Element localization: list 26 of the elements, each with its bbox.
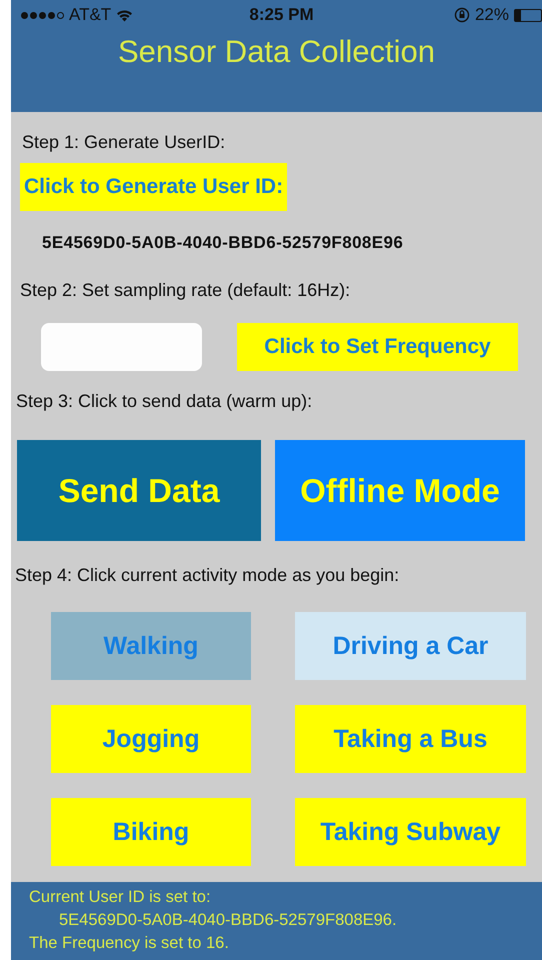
- generate-id-button[interactable]: Click to Generate User ID:: [20, 163, 288, 211]
- wifi-icon: [116, 8, 134, 22]
- clock-time: 8:25 PM: [249, 5, 314, 25]
- activity-button[interactable]: Biking: [51, 798, 251, 866]
- carrier-name: AT&T: [69, 5, 112, 25]
- set-frequency-button[interactable]: Click to Set Frequency: [237, 323, 518, 371]
- step-label: Step 3: Click to send data (warm up):: [16, 391, 312, 412]
- mode-button[interactable]: Offline Mode: [275, 440, 525, 541]
- step-label: Step 1: Generate UserID:: [22, 132, 226, 153]
- activity-button[interactable]: Taking Subway: [295, 798, 526, 866]
- step-label: Step 2: Set sampling rate (default: 16Hz):: [20, 280, 350, 301]
- mode-button[interactable]: Send Data: [17, 440, 261, 541]
- step-label: Step 4: Click current activity mode as you begin:: [15, 565, 400, 586]
- activity-button[interactable]: Driving a Car: [295, 612, 526, 680]
- frequency-input[interactable]: [41, 323, 202, 371]
- footer-text: 5E4569D0-5A0B-4040-BBD6-52579F808E96.: [58, 910, 398, 931]
- footer-text: The Frequency is set to 16.: [29, 933, 230, 954]
- battery-icon: [514, 8, 542, 22]
- rotation-lock-icon: [454, 7, 470, 23]
- user-id-text: 5E4569D0-5A0B-4040-BBD6-52579F808E96: [42, 233, 404, 253]
- battery-percent: 22%: [474, 5, 509, 25]
- signal-icon: [21, 12, 64, 18]
- activity-button[interactable]: Taking a Bus: [295, 705, 526, 773]
- app-title: Sensor Data Collection: [116, 34, 436, 70]
- activity-button[interactable]: Jogging: [51, 705, 251, 773]
- footer-text: Current User ID is set to:: [29, 887, 212, 908]
